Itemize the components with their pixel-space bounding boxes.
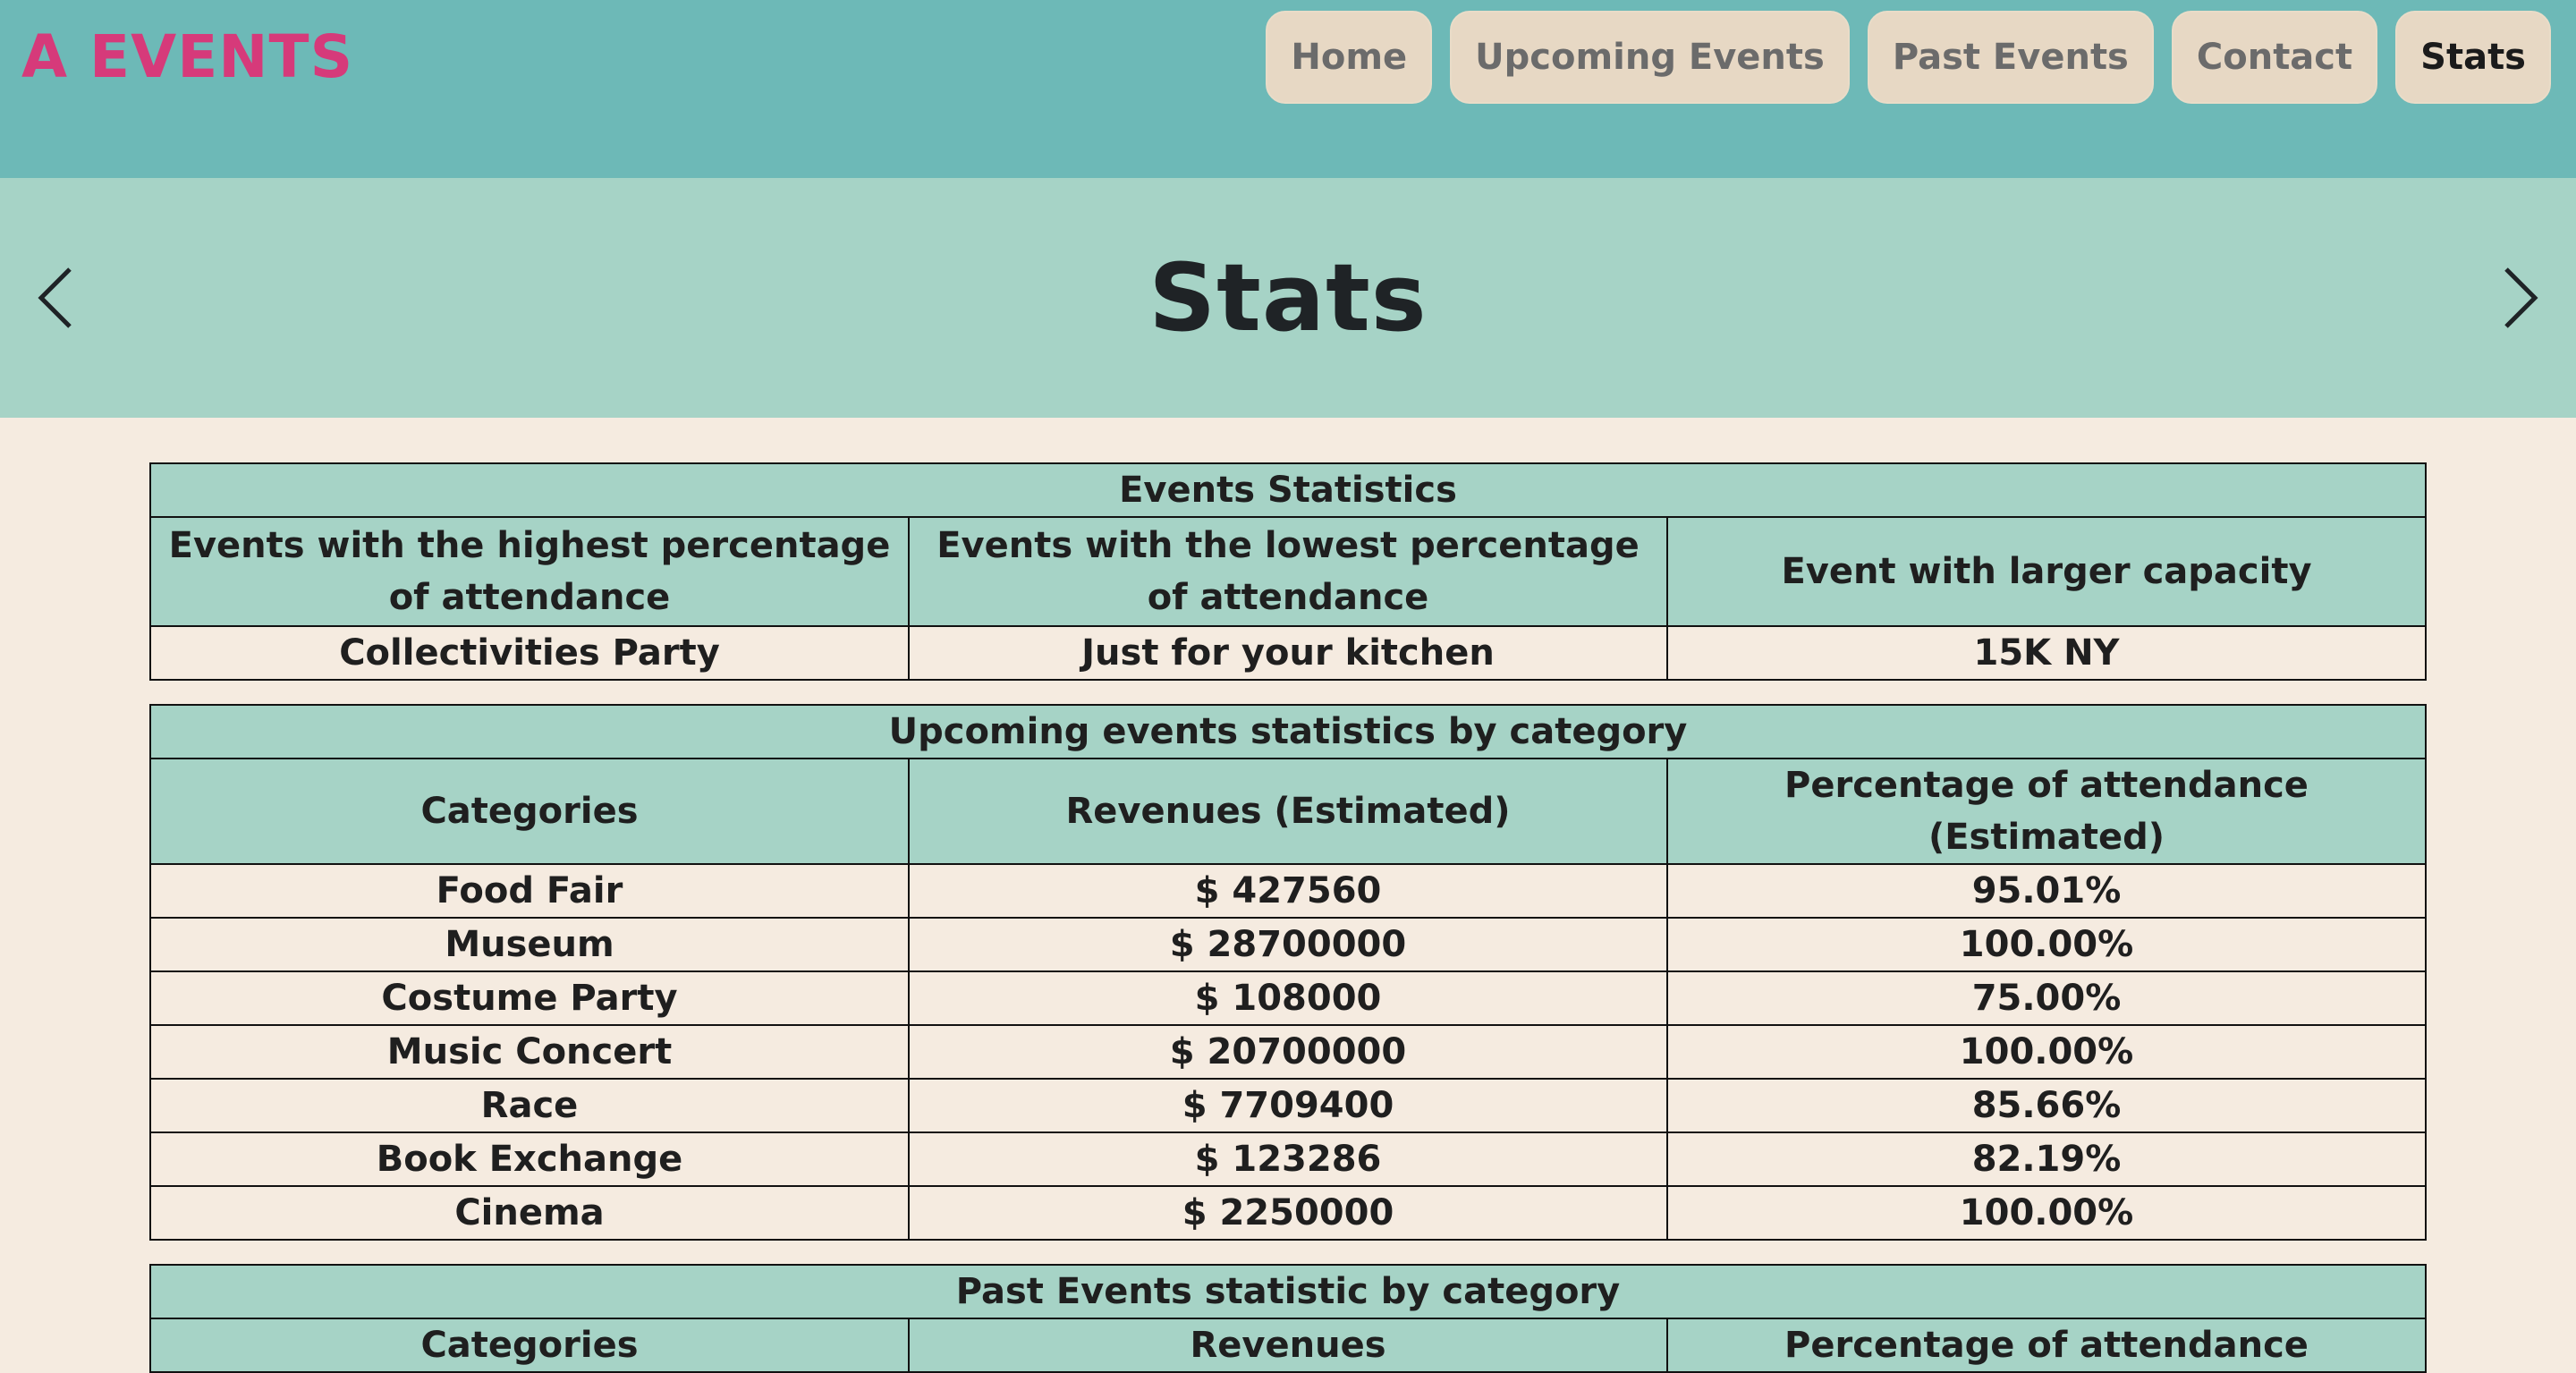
events-statistics-table: Events Statistics Events with the highes…	[149, 462, 2427, 681]
table-cell: 100.00%	[1666, 1024, 2427, 1080]
table-cell: $ 28700000	[908, 917, 1668, 972]
column-header: Percentage of attendance	[1666, 1318, 2427, 1373]
table-row: Book Exchange $ 123286 82.19%	[149, 1131, 2427, 1187]
table-cell: Costume Party	[149, 970, 910, 1026]
table-row: Race $ 7709400 85.66%	[149, 1078, 2427, 1133]
nav-stats-button[interactable]: Stats	[2395, 11, 2551, 104]
table-cell: $ 108000	[908, 970, 1668, 1026]
table-cell: Race	[149, 1078, 910, 1133]
table-row: Cinema $ 2250000 100.00%	[149, 1185, 2427, 1241]
table-cell: 100.00%	[1666, 1185, 2427, 1241]
table-cell: $ 427560	[908, 863, 1668, 919]
table-row: Food Fair $ 427560 95.01%	[149, 863, 2427, 919]
table-row: Museum $ 28700000 100.00%	[149, 917, 2427, 972]
table-cell: 82.19%	[1666, 1131, 2427, 1187]
top-navbar: A EVENTS Home Upcoming Events Past Event…	[0, 0, 2576, 178]
table-cell: Music Concert	[149, 1024, 910, 1080]
table-cell: Food Fair	[149, 863, 910, 919]
page-title: Stats	[1148, 243, 1428, 352]
column-header: Revenues (Estimated)	[908, 758, 1668, 865]
upcoming-events-statistics-table: Upcoming events statistics by category C…	[149, 704, 2427, 1241]
nav-upcoming-events-button[interactable]: Upcoming Events	[1450, 11, 1850, 104]
past-events-statistics-table: Past Events statistic by category Catego…	[149, 1264, 2427, 1373]
column-header: Revenues	[908, 1318, 1668, 1373]
stats-content: Events Statistics Events with the highes…	[0, 418, 2576, 1373]
table-row: Music Concert $ 20700000 100.00%	[149, 1024, 2427, 1080]
nav-past-events-button[interactable]: Past Events	[1867, 11, 2154, 104]
table-cell: $ 123286	[908, 1131, 1668, 1187]
table-cell: 100.00%	[1666, 917, 2427, 972]
table-row: Costume Party $ 108000 75.00%	[149, 970, 2427, 1026]
table-cell: $ 7709400	[908, 1078, 1668, 1133]
table-cell: Just for your kitchen	[908, 625, 1668, 681]
table-cell: Collectivities Party	[149, 625, 910, 681]
column-header: Categories	[149, 758, 910, 865]
column-header: Categories	[149, 1318, 910, 1373]
nav-home-button[interactable]: Home	[1266, 11, 1433, 104]
main-nav: Home Upcoming Events Past Events Contact…	[1266, 11, 2551, 104]
table-cell: $ 20700000	[908, 1024, 1668, 1080]
column-header: Percentage of attendance (Estimated)	[1666, 758, 2427, 865]
column-header: Event with larger capacity	[1666, 516, 2427, 627]
table-cell: 15K NY	[1666, 625, 2427, 681]
table-cell: 85.66%	[1666, 1078, 2427, 1133]
table-row: Collectivities Party Just for your kitch…	[149, 625, 2427, 681]
table-cell: Cinema	[149, 1185, 910, 1241]
column-header: Events with the highest percentage of at…	[149, 516, 910, 627]
table-title: Past Events statistic by category	[149, 1264, 2427, 1319]
column-header-label: Events with the lowest percentage of att…	[936, 525, 1640, 618]
table-cell: 75.00%	[1666, 970, 2427, 1026]
chevron-left-icon[interactable]	[34, 264, 79, 332]
column-header-label: Events with the highest percentage of at…	[168, 525, 891, 618]
table-title: Upcoming events statistics by category	[149, 704, 2427, 759]
table-cell: $ 2250000	[908, 1185, 1668, 1241]
nav-contact-button[interactable]: Contact	[2171, 11, 2378, 104]
column-header: Events with the lowest percentage of att…	[908, 516, 1668, 627]
column-header-label: Event with larger capacity	[1781, 551, 2312, 592]
table-title: Events Statistics	[149, 462, 2427, 518]
chevron-right-icon[interactable]	[2497, 264, 2542, 332]
table-cell: Museum	[149, 917, 910, 972]
brand-logo[interactable]: A EVENTS	[21, 13, 353, 102]
table-cell: Book Exchange	[149, 1131, 910, 1187]
hero-banner: Stats	[0, 178, 2576, 418]
table-cell: 95.01%	[1666, 863, 2427, 919]
